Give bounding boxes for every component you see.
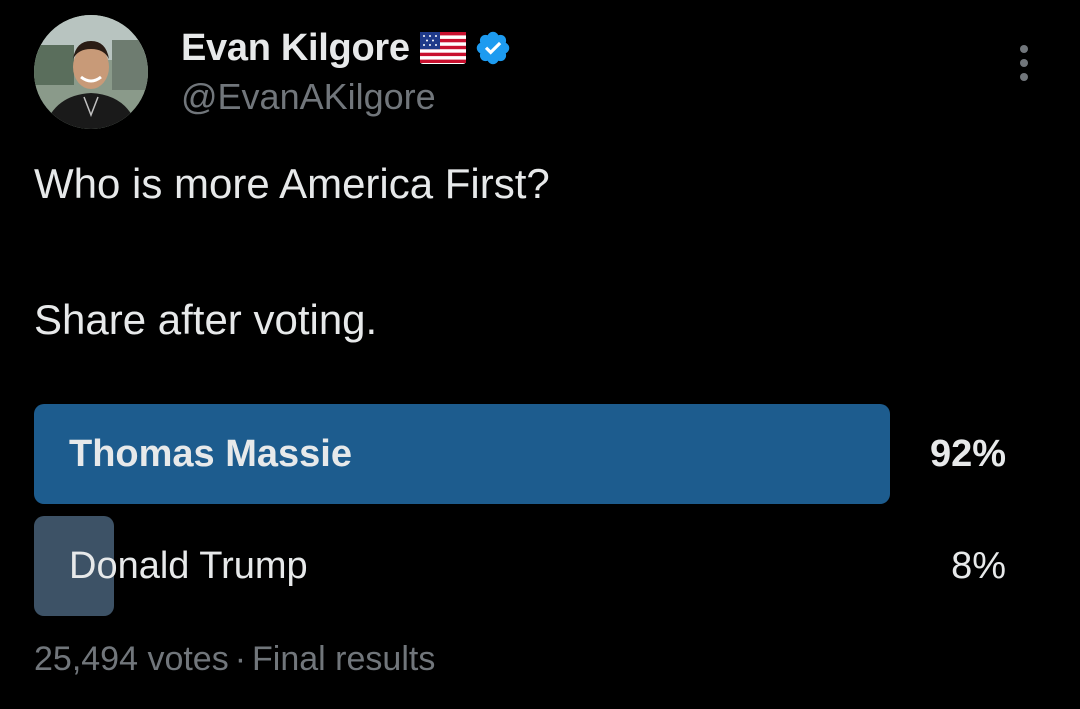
poll-option-label: Donald Trump (69, 545, 308, 587)
tweet-text-line-2: Share after voting. (34, 296, 378, 343)
author-display-name[interactable]: Evan Kilgore (181, 27, 410, 70)
more-dot (1020, 45, 1028, 53)
poll-footer-separator: · (234, 640, 247, 678)
tweet-text-line-1: Who is more America First? (34, 160, 550, 207)
author-handle[interactable]: @EvanAKilgore (181, 76, 436, 118)
more-options-icon[interactable] (1004, 40, 1044, 86)
poll-option-percent: 92% (929, 433, 1006, 475)
poll-option-donald-trump[interactable]: Donald Trump 8% (34, 516, 1010, 616)
avatar-photo (34, 15, 148, 129)
more-dot (1020, 73, 1028, 81)
poll-status: Final results (252, 640, 436, 678)
poll-option-label: Thomas Massie (69, 433, 352, 475)
poll-option-thomas-massie[interactable]: Thomas Massie 92% (34, 404, 1010, 504)
author-name-row[interactable]: Evan Kilgore (181, 24, 512, 72)
poll-footer: 25,494 votes · Final results (34, 640, 435, 679)
poll-vote-count: 25,494 votes (34, 640, 229, 678)
author-avatar[interactable] (34, 15, 148, 129)
us-flag-icon (419, 32, 466, 64)
verified-badge-icon[interactable] (474, 29, 512, 67)
poll-option-percent: 8% (951, 545, 1006, 587)
more-dot (1020, 59, 1028, 67)
